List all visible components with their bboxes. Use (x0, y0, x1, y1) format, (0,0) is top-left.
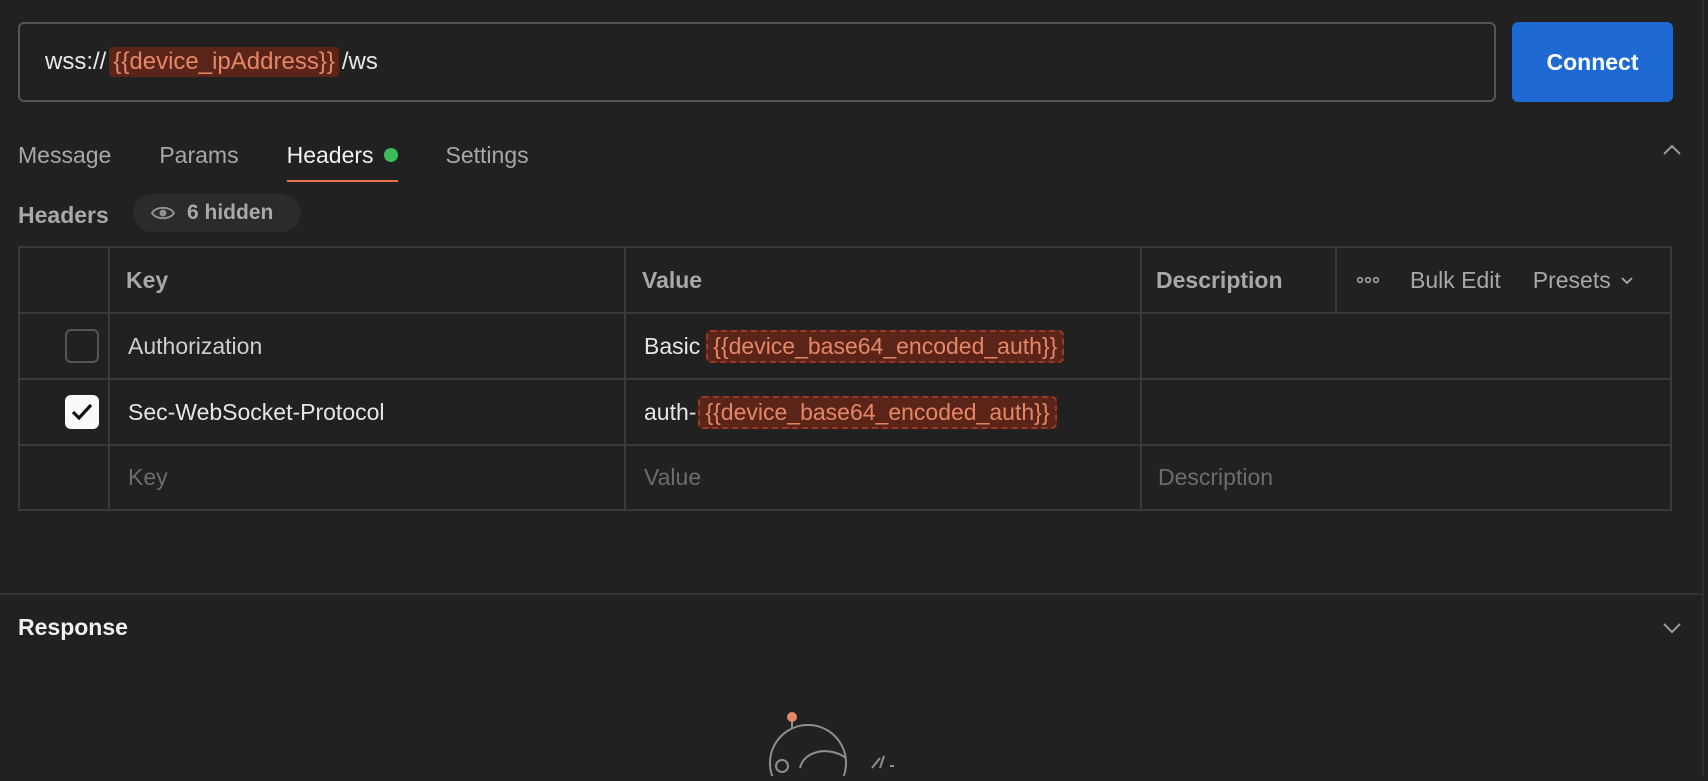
column-header-key: Key (126, 266, 169, 293)
checkmark-icon (71, 403, 93, 421)
chevron-down-icon (1621, 277, 1633, 285)
tab-params-label: Params (159, 141, 239, 168)
url-suffix: /ws (341, 48, 378, 75)
tab-headers-label: Headers (286, 141, 374, 168)
new-key-input[interactable]: Key (128, 446, 168, 509)
value-prefix: Basic (644, 332, 701, 359)
request-tabs: Message Params Headers Settings (18, 128, 577, 182)
chevron-down-icon[interactable] (1660, 616, 1684, 640)
value-variable[interactable]: {{device_base64_encoded_auth}} (698, 395, 1057, 429)
tab-settings-label: Settings (445, 141, 529, 168)
row-enable-checkbox[interactable] (65, 329, 99, 363)
chevron-up-icon[interactable] (1660, 138, 1684, 162)
hidden-count-label: 6 hidden (187, 201, 274, 224)
eye-icon (151, 205, 175, 221)
right-panel-border (1702, 0, 1704, 776)
tab-params[interactable]: Params (159, 128, 238, 182)
bulk-edit-button[interactable]: Bulk Edit (1410, 267, 1501, 294)
new-description-input[interactable]: Description (1158, 446, 1273, 509)
value-prefix: auth- (644, 398, 697, 425)
row-value[interactable]: auth- {{device_base64_encoded_auth}} (644, 380, 1057, 444)
table-row: Authorization Basic {{device_base64_enco… (20, 314, 1670, 380)
response-title: Response (18, 613, 128, 640)
tab-settings[interactable]: Settings (446, 128, 529, 182)
row-enable-checkbox[interactable] (65, 395, 99, 429)
column-header-value: Value (642, 266, 703, 293)
connect-button[interactable]: Connect (1512, 22, 1673, 102)
headers-section-title: Headers (18, 201, 109, 228)
table-actions: Bulk Edit Presets (1335, 248, 1635, 312)
headers-table: Key Value Description Bulk Edit Presets … (18, 246, 1672, 511)
url-input[interactable]: wss://{{device_ipAddress}}/ws (18, 22, 1496, 102)
new-row: Key Value Description (20, 446, 1670, 509)
headers-indicator-dot (383, 148, 398, 162)
hidden-headers-toggle[interactable]: 6 hidden (133, 194, 301, 232)
value-variable[interactable]: {{device_base64_encoded_auth}} (706, 329, 1065, 363)
row-value[interactable]: Basic {{device_base64_encoded_auth}} (644, 314, 1065, 378)
table-row: Sec-WebSocket-Protocol auth- {{device_ba… (20, 380, 1670, 446)
tab-message[interactable]: Message (18, 128, 111, 182)
presets-dropdown[interactable]: Presets (1533, 267, 1635, 294)
column-header-description: Description (1156, 266, 1283, 293)
response-divider[interactable] (0, 593, 1702, 595)
tab-message-label: Message (18, 141, 112, 168)
url-bar: wss://{{device_ipAddress}}/ws Connect (18, 22, 1673, 102)
row-key[interactable]: Authorization (128, 314, 262, 378)
url-variable[interactable]: {{device_ipAddress}} (109, 47, 339, 77)
ellipsis-icon[interactable] (1356, 276, 1380, 284)
tab-headers[interactable]: Headers (286, 128, 398, 182)
table-header-row: Key Value Description Bulk Edit Presets (20, 248, 1670, 314)
url-prefix: wss:// (45, 48, 107, 75)
row-key[interactable]: Sec-WebSocket-Protocol (128, 380, 385, 444)
presets-label: Presets (1532, 266, 1611, 293)
astronaut-illustration (760, 708, 910, 781)
new-value-input[interactable]: Value (644, 446, 701, 509)
